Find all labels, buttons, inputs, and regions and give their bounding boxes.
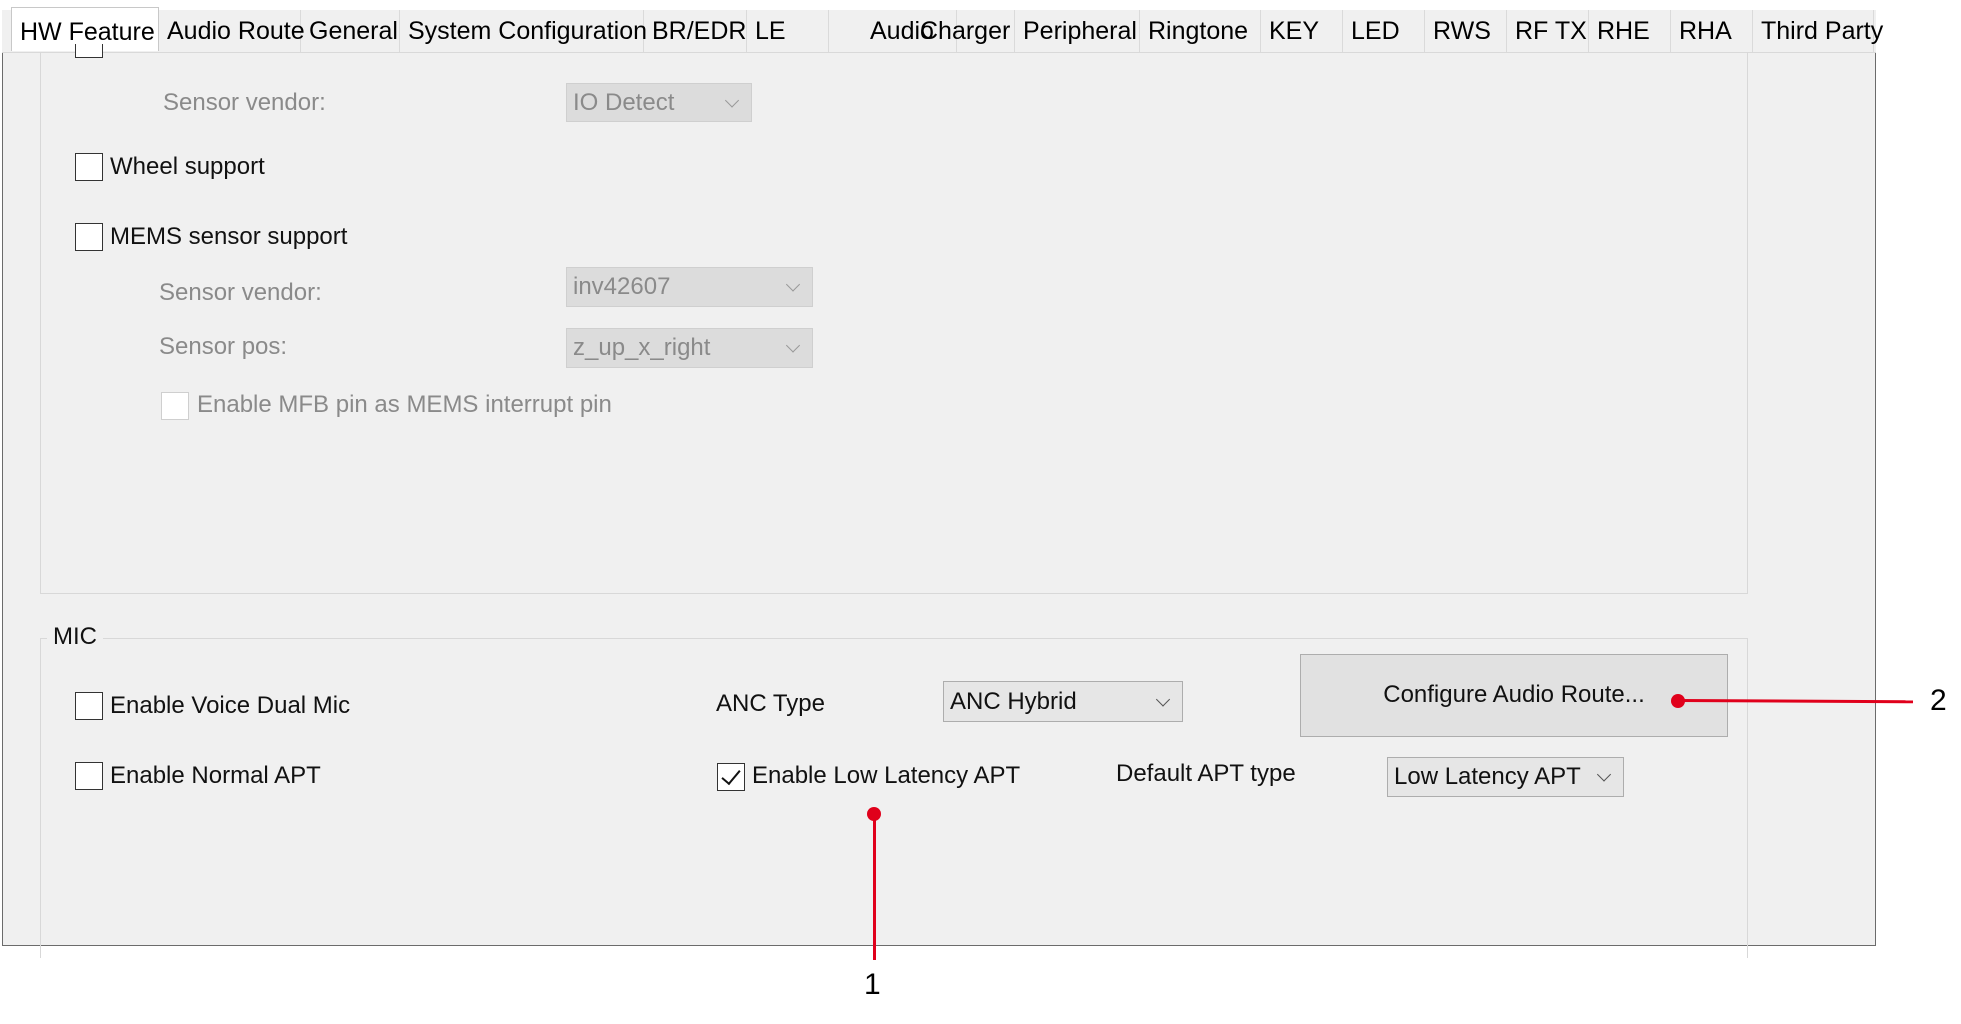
callout-1-number: 1: [864, 968, 881, 1001]
low-latency-apt-checkbox[interactable]: [717, 763, 745, 791]
tab-br-edr[interactable]: BR/EDR: [644, 10, 747, 52]
mems-sensor-vendor-select[interactable]: inv42607: [566, 267, 813, 307]
tab-rhe[interactable]: RHE: [1589, 10, 1671, 52]
wheel-support-label: Wheel support: [110, 153, 265, 180]
top-sensor-vendor-label: Sensor vendor:: [163, 89, 326, 116]
tab-rf-tx[interactable]: RF TX: [1507, 10, 1589, 52]
tab-bar: HW Feature Audio Route General System Co…: [2, 7, 1883, 53]
chevron-down-icon: [785, 277, 801, 292]
mic-group-title: MIC: [47, 623, 103, 651]
low-latency-apt-label: Enable Low Latency APT: [752, 762, 1021, 789]
tab-key[interactable]: KEY: [1261, 10, 1343, 52]
tab-rws[interactable]: RWS: [1425, 10, 1507, 52]
chevron-down-icon: [724, 92, 740, 108]
configure-audio-route-button[interactable]: Configure Audio Route...: [1300, 654, 1728, 737]
tab-audio-route[interactable]: Audio Route: [159, 10, 305, 52]
normal-apt-checkbox[interactable]: [75, 762, 103, 790]
callout-2-number: 2: [1930, 684, 1947, 717]
chevron-down-icon: [785, 338, 801, 353]
normal-apt-label: Enable Normal APT: [110, 762, 321, 789]
tab-le[interactable]: LE: [747, 10, 829, 52]
tab-led[interactable]: LED: [1343, 10, 1425, 52]
default-apt-type-label: Default APT type: [1116, 760, 1296, 787]
anc-type-label: ANC Type: [716, 690, 825, 717]
chevron-down-icon: [1155, 691, 1171, 707]
mems-sensor-pos-label: Sensor pos:: [159, 333, 288, 360]
default-apt-type-select[interactable]: Low Latency APT: [1387, 757, 1624, 797]
tab-charger[interactable]: Charger: [912, 10, 1015, 52]
tab-third-party[interactable]: Third Party: [1753, 10, 1883, 52]
voice-dual-mic-checkbox[interactable]: [75, 692, 103, 720]
mems-sensor-pos-value: z_up_x_right: [573, 334, 711, 361]
mems-sensor-vendor-label: Sensor vendor:: [159, 279, 322, 306]
mfb-interrupt-checkbox[interactable]: [161, 392, 189, 420]
sensor-group: [40, 52, 1748, 594]
mems-sensor-vendor-value: inv42607: [573, 273, 671, 300]
mems-sensor-pos-select[interactable]: z_up_x_right: [566, 328, 813, 368]
mfb-interrupt-label: Enable MFB pin as MEMS interrupt pin: [197, 391, 612, 418]
anc-type-value: ANC Hybrid: [950, 688, 1077, 715]
tab-ringtone[interactable]: Ringtone: [1140, 10, 1261, 52]
tab-system-configuration[interactable]: System Configuration: [400, 10, 647, 52]
voice-dual-mic-label: Enable Voice Dual Mic: [110, 692, 351, 719]
mems-sensor-support-label: MEMS sensor support: [110, 223, 348, 250]
anc-type-select[interactable]: ANC Hybrid: [943, 681, 1183, 722]
sensor-support-checkbox[interactable]: [75, 44, 103, 58]
top-sensor-vendor-select[interactable]: IO Detect: [566, 83, 752, 122]
default-apt-type-value: Low Latency APT: [1394, 763, 1581, 790]
top-sensor-vendor-value: IO Detect: [573, 89, 675, 116]
mems-sensor-support-checkbox[interactable]: [75, 223, 103, 251]
tab-general[interactable]: General: [301, 10, 400, 52]
tab-rha[interactable]: RHA: [1671, 10, 1753, 52]
chevron-down-icon: [1596, 767, 1612, 782]
wheel-support-checkbox[interactable]: [75, 153, 103, 181]
tab-peripheral[interactable]: Peripheral: [1015, 10, 1140, 52]
callout-1-line: [873, 814, 876, 960]
